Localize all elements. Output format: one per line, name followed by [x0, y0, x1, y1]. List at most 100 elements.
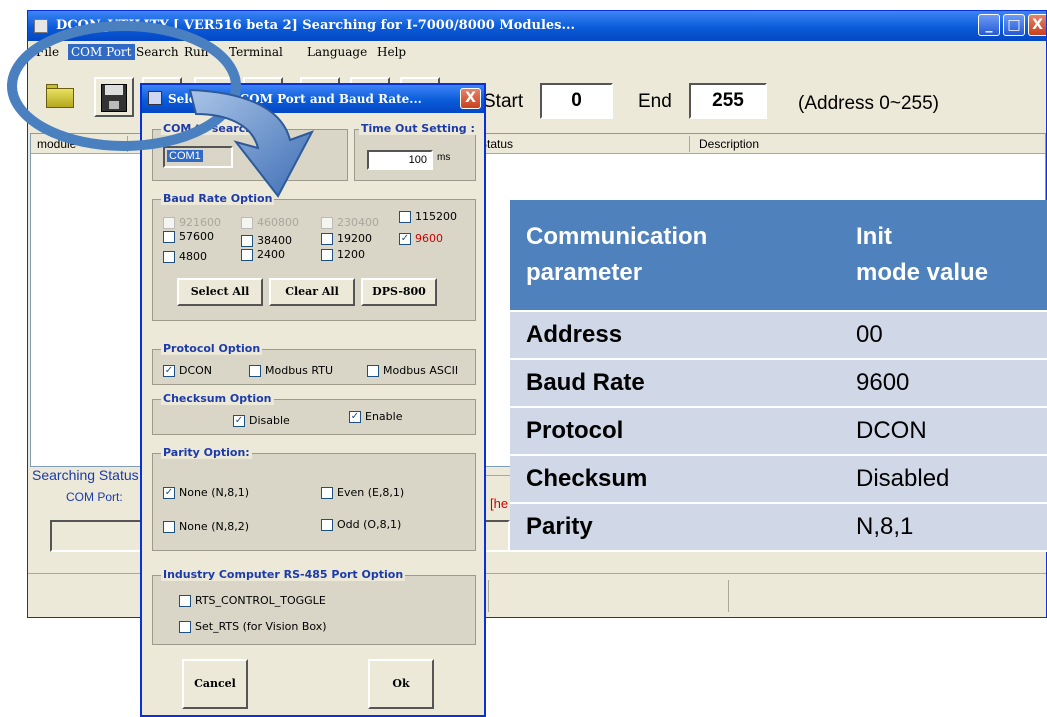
com-search-title: COM to search: [161, 122, 256, 135]
start-address-input[interactable]: 0: [540, 83, 613, 119]
parity-none-n81-checkbox[interactable]: ✓ None (N,8,1): [163, 486, 249, 499]
menu-terminal[interactable]: Terminal: [229, 45, 283, 59]
param-value: 00: [840, 311, 1047, 360]
com-port-select[interactable]: COM1: [163, 146, 233, 168]
checksum-title: Checksum Option: [161, 392, 274, 405]
baud-115200-checkbox[interactable]: 115200: [399, 210, 457, 223]
menu-com-port[interactable]: COM Port: [68, 44, 135, 60]
rs485-group: Industry Computer RS-485 Port Option RTS…: [152, 568, 476, 645]
parity-even-e81-checkbox[interactable]: Even (E,8,1): [321, 486, 404, 499]
checksum-disable-checkbox[interactable]: ✓ Disable: [233, 414, 290, 427]
checksum-enable-checkbox[interactable]: ✓ Enable: [349, 410, 402, 423]
protocol-title: Protocol Option: [161, 342, 263, 355]
protocol-modbus-rtu-checkbox[interactable]: Modbus RTU: [249, 364, 333, 377]
set-rts-checkbox[interactable]: Set_RTS (for Vision Box): [179, 620, 327, 633]
folder-icon: [46, 88, 74, 108]
dialog-titlebar[interactable]: Select the COM Port and Baud Rate... X: [142, 85, 484, 113]
menu-language[interactable]: Language: [307, 45, 367, 59]
param-value: N,8,1: [840, 503, 1047, 552]
com-port-dialog: Select the COM Port and Baud Rate... X C…: [140, 83, 486, 717]
status-text-fragment: [he: [490, 496, 509, 511]
column-module[interactable]: module: [37, 137, 76, 151]
protocol-modbus-ascii-checkbox[interactable]: Modbus ASCII: [367, 364, 458, 377]
app-icon: [34, 19, 48, 33]
header-init-mode-value: Init mode value: [840, 200, 1047, 312]
header-col2-line2: mode value: [856, 259, 989, 286]
header-col1-line1: Communication: [526, 223, 708, 250]
menu-help[interactable]: Help: [377, 45, 406, 59]
baud-2400-checkbox[interactable]: 2400: [241, 248, 285, 261]
timeout-group: Time Out Setting : 100 ms: [354, 122, 477, 181]
open-button[interactable]: [42, 77, 82, 117]
table-row: Checksum Disabled: [510, 455, 1047, 504]
communication-parameter-table: Communication parameter Init mode value …: [510, 200, 1047, 552]
floppy-disk-slot: [109, 101, 119, 109]
table-row: Address 00: [510, 311, 1047, 360]
param-value: Disabled: [840, 455, 1047, 504]
menu-run[interactable]: Run: [184, 45, 209, 59]
header-col2-line1: Init: [856, 223, 892, 250]
com-search-group: COM to search COM1: [152, 122, 348, 181]
baud-230400-checkbox[interactable]: 230400: [321, 216, 379, 229]
dialog-title: Select the COM Port and Baud Rate...: [168, 92, 422, 106]
param-value: 9600: [840, 359, 1047, 408]
maximize-button[interactable]: □: [1003, 14, 1025, 36]
baud-1200-checkbox[interactable]: 1200: [321, 248, 365, 261]
baud-57600-checkbox[interactable]: 57600: [163, 230, 214, 243]
menu-search[interactable]: Search: [136, 45, 179, 59]
baud-921600-checkbox[interactable]: 921600: [163, 216, 221, 229]
table-row: Parity N,8,1: [510, 503, 1047, 552]
rs485-title: Industry Computer RS-485 Port Option: [161, 568, 406, 581]
cancel-button[interactable]: Cancel: [182, 659, 248, 709]
dps-800-button[interactable]: DPS-800: [361, 278, 437, 306]
clear-all-button[interactable]: Clear All: [269, 278, 355, 306]
parity-none-n82-checkbox[interactable]: None (N,8,2): [163, 520, 249, 533]
param-name: Parity: [510, 503, 840, 552]
menu-file[interactable]: File: [36, 45, 59, 59]
table-row: Protocol DCON: [510, 407, 1047, 456]
parity-title: Parity Option:: [161, 446, 252, 459]
protocol-group: Protocol Option ✓ DCON Modbus RTU Modbus …: [152, 342, 476, 385]
header-col1-line2: parameter: [526, 259, 643, 286]
rts-control-toggle-checkbox[interactable]: RTS_CONTROL_TOGGLE: [179, 594, 326, 607]
end-address-input[interactable]: 255: [689, 83, 767, 119]
param-name: Baud Rate: [510, 359, 840, 408]
dialog-app-icon: [148, 91, 162, 105]
column-description[interactable]: Description: [699, 137, 759, 151]
baud-4800-checkbox[interactable]: 4800: [163, 250, 207, 263]
close-button[interactable]: X: [1028, 14, 1046, 36]
main-titlebar[interactable]: DCON_UTILITY [ VER516 beta 2] Searching …: [28, 11, 1046, 41]
column-separator[interactable]: [127, 136, 128, 152]
floppy-disk-label: [105, 85, 123, 95]
baud-38400-checkbox[interactable]: 38400: [241, 234, 292, 247]
baud-9600-checkbox[interactable]: ✓ 9600: [399, 232, 443, 245]
timeout-input[interactable]: 100: [367, 150, 433, 170]
com-port-value: COM1: [167, 150, 203, 162]
minimize-button[interactable]: _: [978, 14, 1000, 36]
checksum-group: Checksum Option ✓ Disable ✓ Enable: [152, 392, 476, 435]
window-title: DCON_UTILITY [ VER516 beta 2] Searching …: [56, 18, 576, 33]
baud-460800-checkbox[interactable]: 460800: [241, 216, 299, 229]
param-value: DCON: [840, 407, 1047, 456]
searching-status-title: Searching Status: [32, 467, 143, 483]
dialog-close-button[interactable]: X: [460, 88, 481, 109]
protocol-dcon-checkbox[interactable]: ✓ DCON: [163, 364, 212, 377]
parity-odd-o81-checkbox[interactable]: Odd (O,8,1): [321, 518, 401, 531]
column-separator[interactable]: [689, 136, 690, 152]
param-name: Address: [510, 311, 840, 360]
select-all-button[interactable]: Select All: [177, 278, 263, 306]
start-address-label: Start: [483, 91, 524, 112]
baud-19200-checkbox[interactable]: 19200: [321, 232, 372, 245]
save-button[interactable]: [94, 77, 134, 117]
parity-group: Parity Option: ✓ None (N,8,1) Even (E,8,1…: [152, 446, 476, 551]
baud-rate-group: Baud Rate Option 921600 460800 230400 11…: [152, 192, 476, 321]
menubar: File COM Port Search Run Terminal Langua…: [28, 41, 1046, 63]
param-name: Checksum: [510, 455, 840, 504]
com-port-label: COM Port:: [66, 490, 123, 504]
timeout-title: Time Out Setting :: [359, 122, 477, 135]
address-range-note: (Address 0~255): [798, 93, 939, 114]
ok-button[interactable]: Ok: [368, 659, 434, 709]
table-header-row: Communication parameter Init mode value: [510, 200, 1047, 312]
header-communication-parameter: Communication parameter: [510, 200, 840, 312]
baud-rate-title: Baud Rate Option: [161, 192, 275, 205]
